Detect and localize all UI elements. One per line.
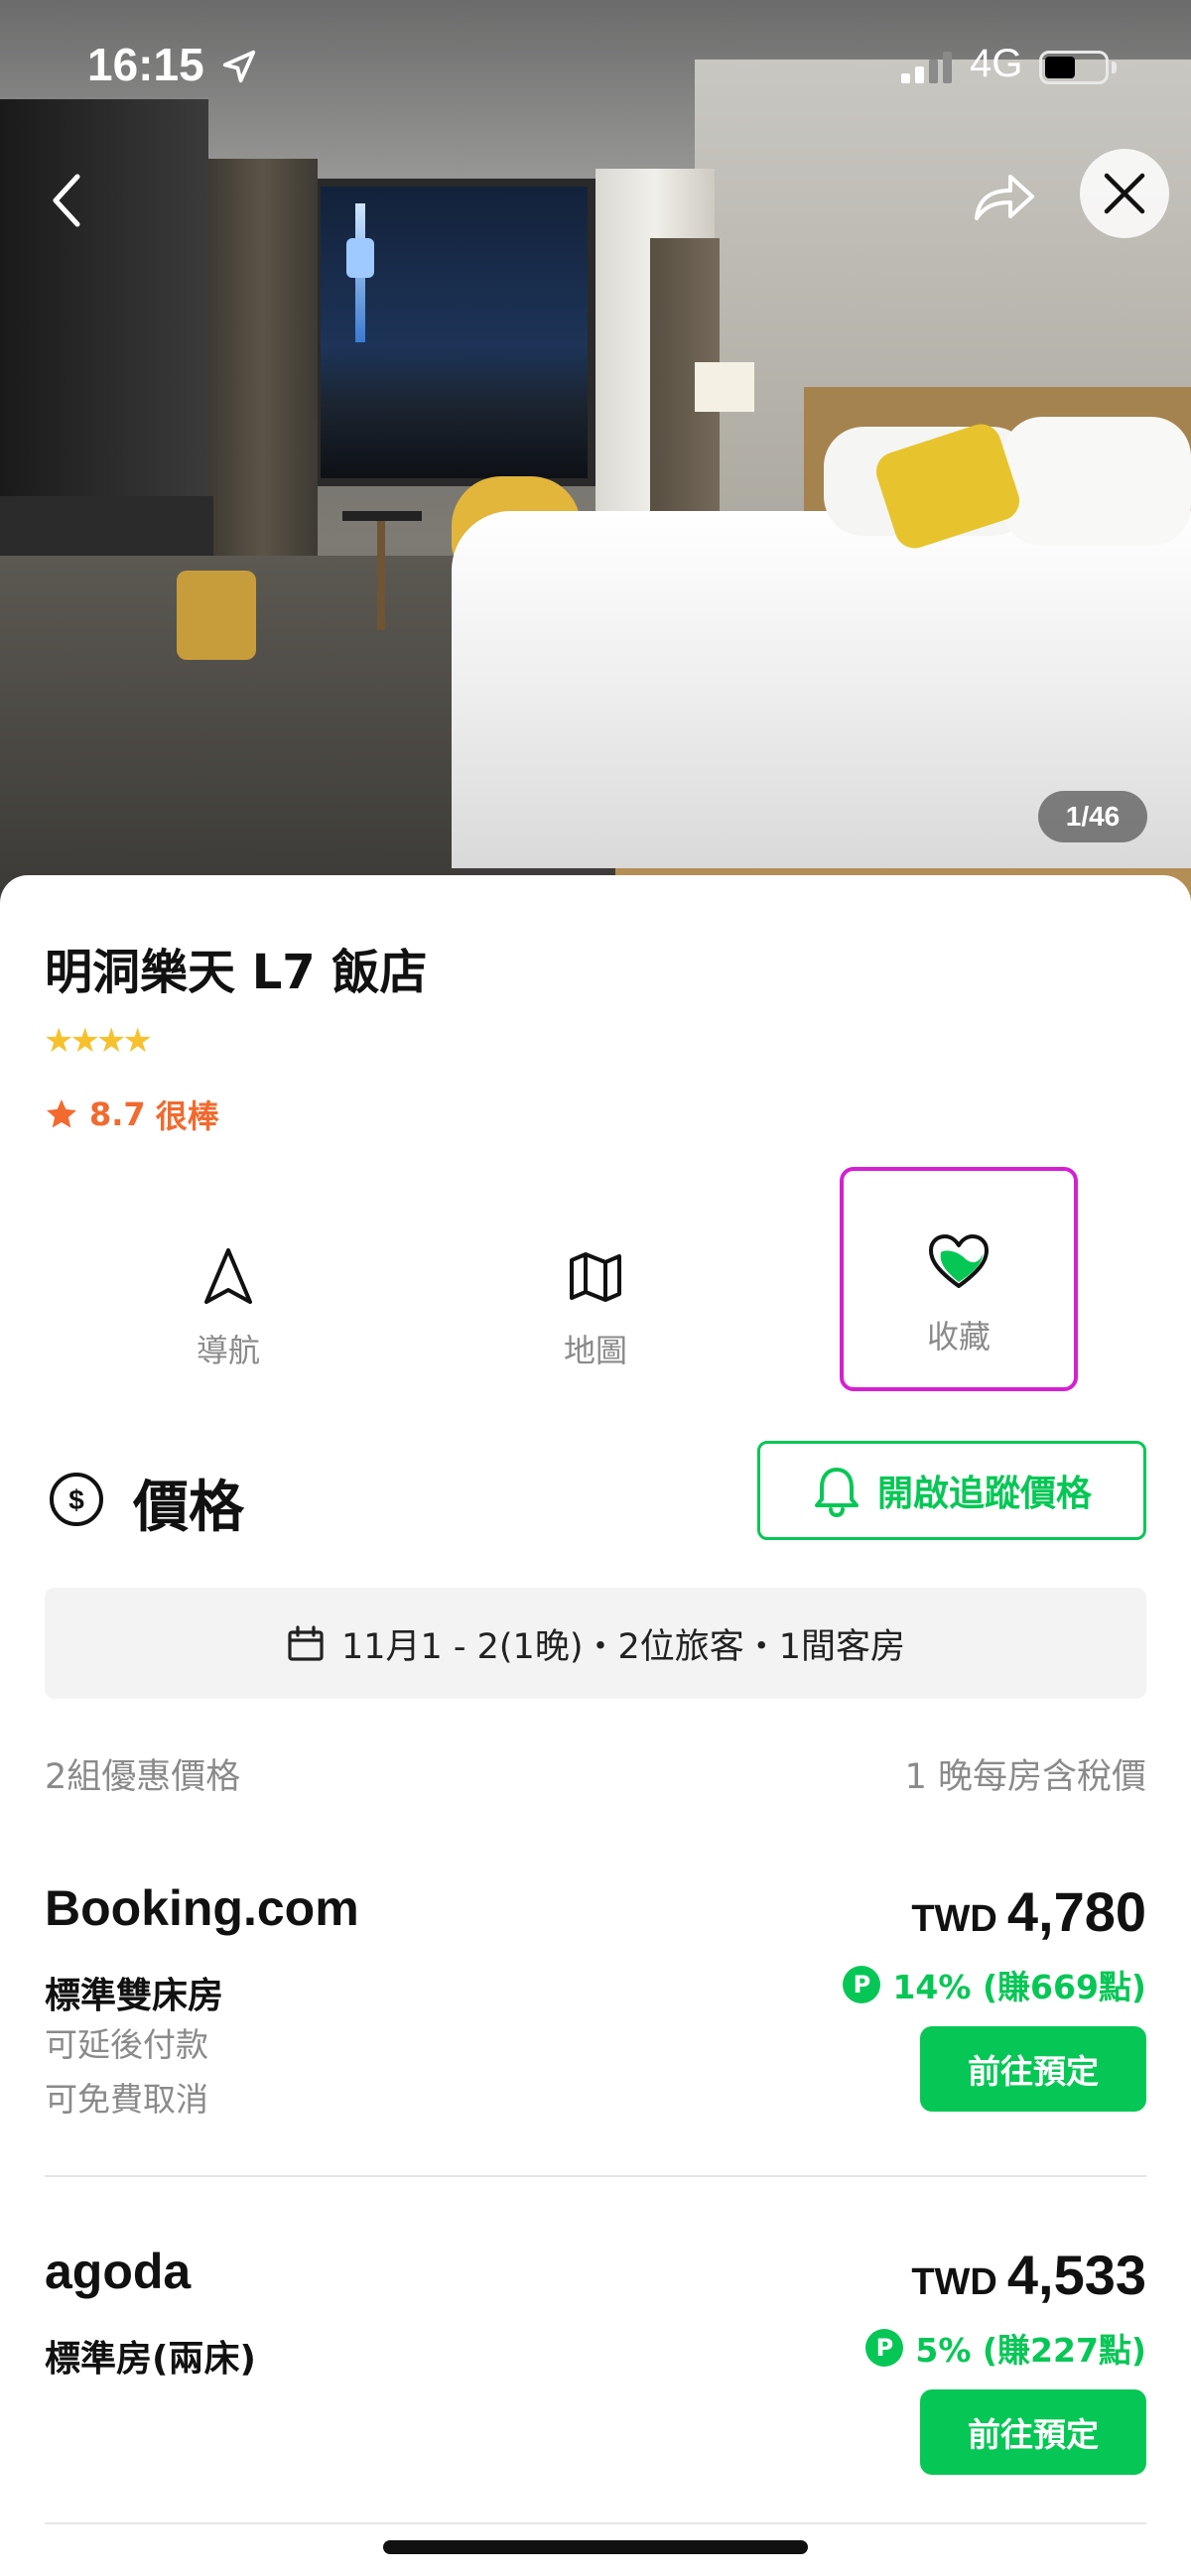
photo-desk — [0, 496, 213, 556]
svg-text:$: $ — [68, 1484, 84, 1515]
photo-stool — [177, 571, 256, 660]
points-icon: P — [865, 2329, 904, 2367]
offer-note: 可延後付款 — [45, 2025, 208, 2064]
map-label: 地圖 — [563, 1332, 627, 1369]
offer-points-text: 14% (賺669點) — [892, 1968, 1146, 2006]
book-button[interactable]: 前往預定 — [920, 2026, 1146, 2112]
map-button[interactable]: 地圖 — [476, 1173, 715, 1401]
offer-room: 標準雙床房 — [45, 1976, 224, 2016]
price-title: 價格 — [133, 1476, 244, 1540]
location-arrow-icon — [222, 50, 256, 83]
hotel-star-class: ★ ★ ★ ★ — [44, 1021, 153, 1061]
stay-summary: 11月1 - 2(1晚)・2位旅客・1間客房 — [340, 1626, 906, 1667]
points-icon: P — [843, 1966, 881, 2003]
offer-divider — [45, 2175, 1146, 2177]
offer-points-text: 5% (賺227點) — [915, 2331, 1146, 2370]
home-indicator[interactable] — [383, 2540, 808, 2554]
status-bar: 16:15 4G — [0, 0, 1191, 139]
offer-site: agoda — [45, 2244, 192, 2299]
battery-cap — [1112, 62, 1117, 73]
photo-lamp — [695, 362, 754, 412]
stay-selector[interactable]: 11月1 - 2(1晚)・2位旅客・1間客房 — [45, 1588, 1146, 1699]
navigate-button[interactable]: 導航 — [109, 1173, 347, 1401]
dollar-circle-icon: $ — [50, 1473, 103, 1526]
offer-amount: 4,533 — [1006, 2244, 1146, 2306]
offer-site: Booking.com — [45, 1880, 359, 1936]
offer-price: TWD 4,780 — [911, 1879, 1146, 1944]
book-button[interactable]: 前往預定 — [920, 2389, 1146, 2475]
star-icon: ★ — [44, 1021, 74, 1061]
star-icon: ★ — [122, 1021, 153, 1061]
review-rating[interactable]: 8.7 很棒 — [44, 1092, 219, 1137]
photo-table-leg — [377, 521, 385, 630]
photo-pillow — [1002, 417, 1191, 546]
photo-tower-top — [346, 238, 374, 278]
rating-score: 8.7 — [89, 1095, 146, 1133]
network-type: 4G — [970, 42, 1023, 85]
offer-note: 可免費取消 — [45, 2080, 208, 2119]
signal-icon — [901, 52, 952, 83]
offers-subheader: 2組優惠價格 1 晚每房含稅價 — [45, 1748, 1146, 1799]
offer-currency: TWD — [911, 2261, 997, 2303]
star-icon: ★ — [69, 1021, 100, 1061]
close-button[interactable] — [1080, 149, 1169, 238]
offer-card: Booking.com 標準雙床房 可延後付款 可免費取消 TWD 4,780 P… — [45, 1879, 1146, 2217]
status-time: 16:15 — [87, 39, 204, 90]
price-header: $ 價格 開啟追蹤價格 — [0, 1441, 1191, 1550]
map-icon — [570, 1252, 621, 1302]
star-icon: ★ — [95, 1021, 127, 1061]
share-icon[interactable] — [971, 169, 1036, 224]
offer-count: 2組優惠價格 — [45, 1757, 241, 1797]
track-price-label: 開啟追蹤價格 — [876, 1474, 1092, 1514]
favorite-label: 收藏 — [926, 1318, 991, 1355]
hotel-detail-sheet: 明洞樂天 L7 飯店 ★ ★ ★ ★ 8.7 很棒 導航 地圖 收藏 $ 價格 … — [0, 875, 1191, 2576]
hotel-name: 明洞樂天 L7 飯店 — [45, 945, 428, 1000]
heart-icon — [929, 1234, 989, 1288]
offer-points: P 5% (賺227點) — [865, 2324, 1146, 2372]
favorite-button[interactable]: 收藏 — [840, 1167, 1078, 1391]
offer-divider — [45, 2522, 1146, 2524]
back-chevron-icon[interactable] — [48, 171, 87, 230]
price-note: 1 晚每房含稅價 — [904, 1757, 1146, 1797]
battery-icon — [1039, 51, 1109, 84]
track-price-button[interactable]: 開啟追蹤價格 — [757, 1441, 1146, 1540]
bell-icon — [814, 1468, 859, 1517]
offer-room: 標準房(兩床) — [45, 2339, 256, 2380]
offer-amount: 4,780 — [1006, 1880, 1146, 1943]
navigation-arrow-icon — [204, 1248, 252, 1304]
photo-counter: 1/46 — [1038, 791, 1147, 842]
offer-card: agoda 標準房(兩床) TWD 4,533 P 5% (賺227點) 前往預定 — [45, 2243, 1146, 2540]
offer-points: P 14% (賺669點) — [843, 1961, 1146, 2008]
rating-star-icon — [47, 1099, 76, 1128]
navigate-label: 導航 — [196, 1332, 260, 1369]
close-icon — [1104, 173, 1145, 214]
offer-currency: TWD — [911, 1898, 997, 1940]
photo-table — [342, 511, 422, 521]
action-row: 導航 地圖 收藏 — [0, 1167, 1191, 1411]
calendar-icon — [288, 1625, 324, 1661]
offer-price: TWD 4,533 — [911, 2243, 1146, 2307]
rating-text: 很棒 — [155, 1097, 219, 1135]
